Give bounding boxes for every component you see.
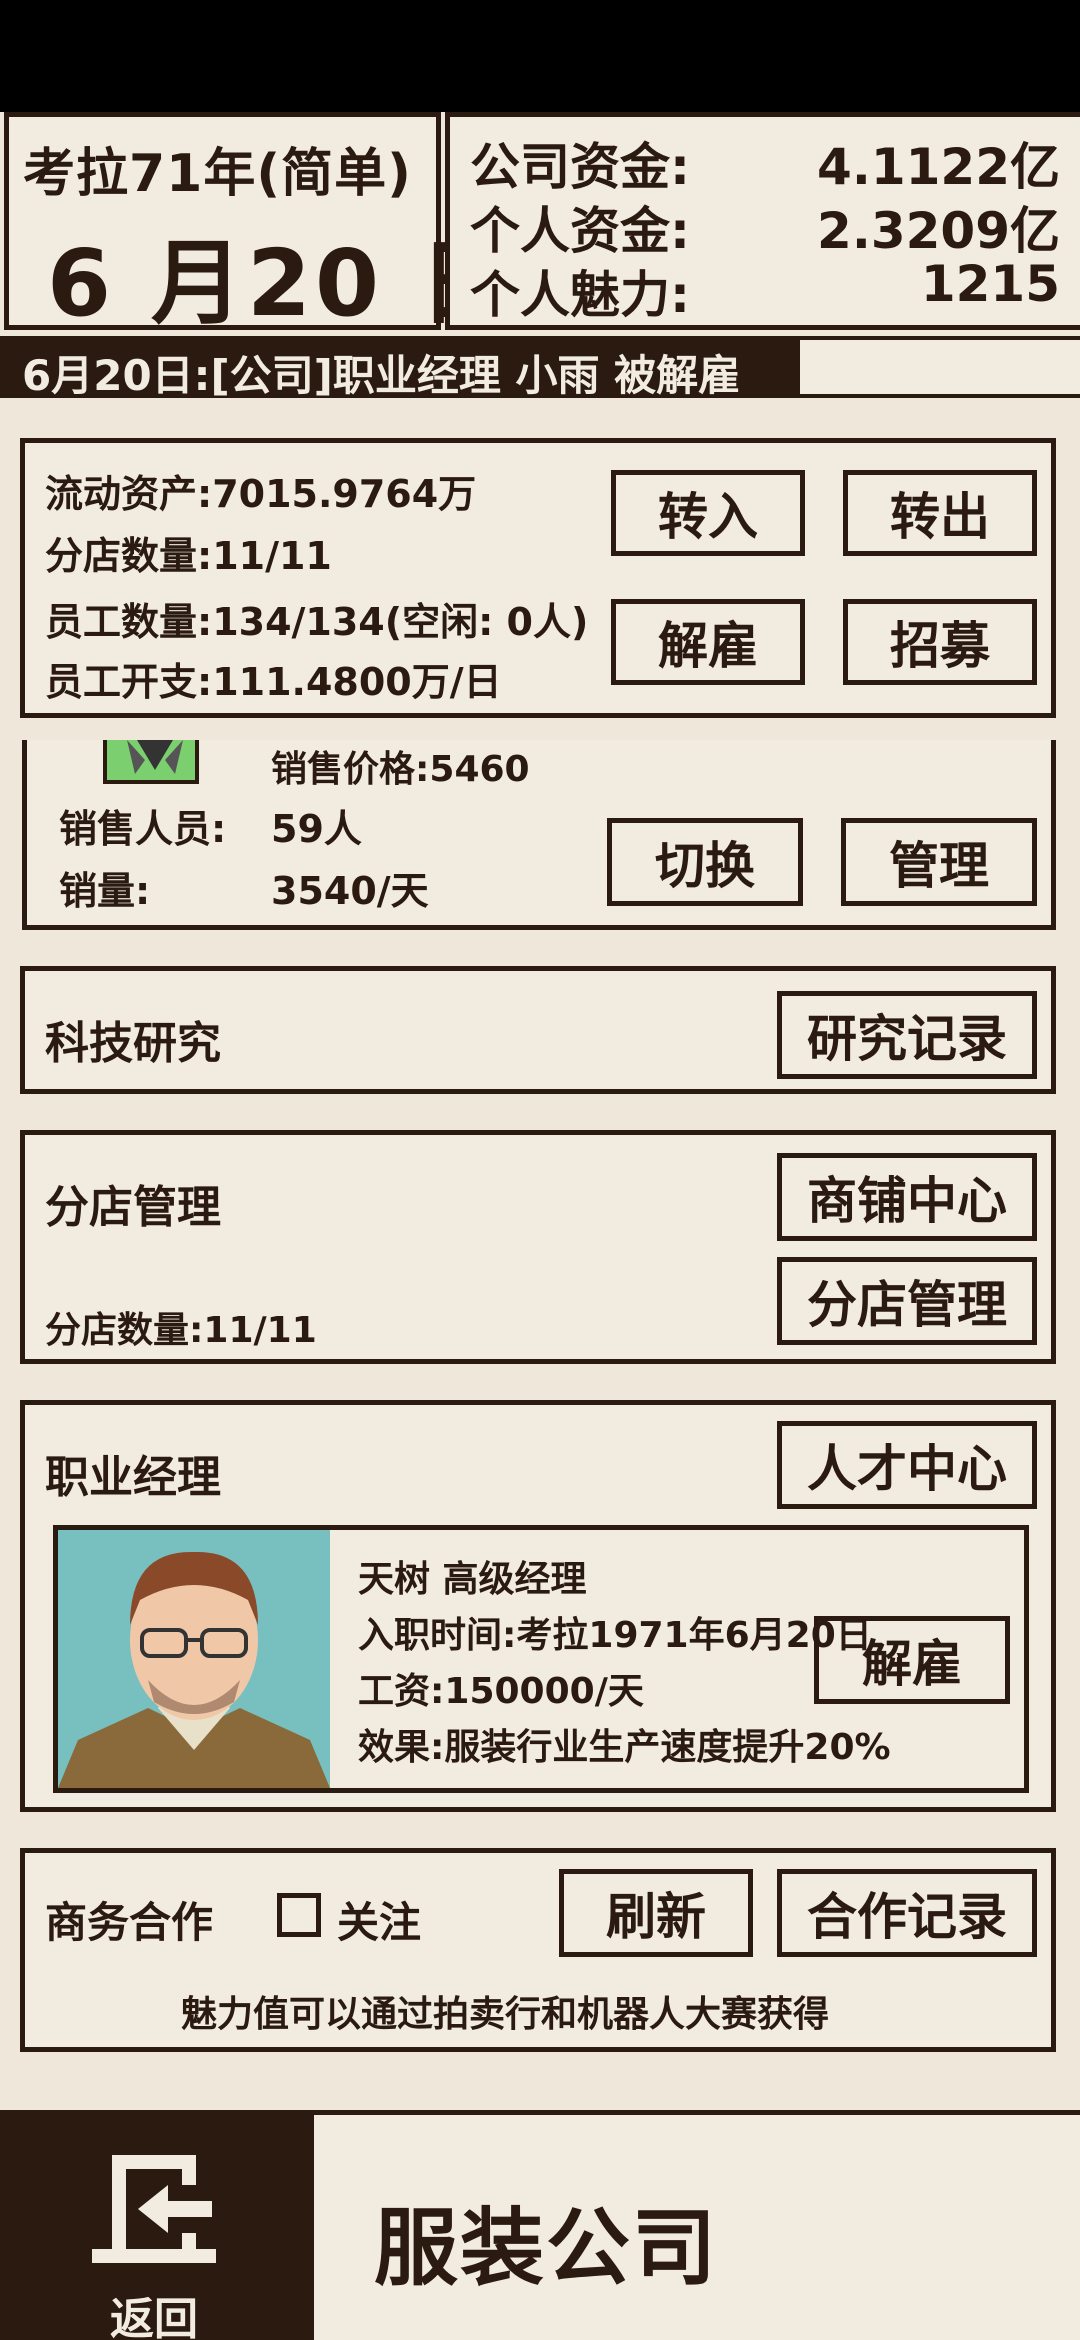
company-funds-value: 4.1122亿: [817, 138, 1060, 196]
shop-center-button[interactable]: 商铺中心: [777, 1153, 1037, 1241]
follow-checkbox[interactable]: [277, 1893, 321, 1937]
talent-center-button[interactable]: 人才中心: [777, 1421, 1037, 1509]
news-ticker-rest: [800, 336, 1080, 398]
manager-salary: 工资:150000/天: [358, 1671, 644, 1712]
branch-title: 分店管理: [45, 1182, 221, 1233]
charm-value: 1215: [920, 255, 1060, 313]
follow-label: 关注: [337, 1898, 422, 1947]
transfer-out-button[interactable]: 转出: [843, 470, 1037, 556]
manager-effect: 效果:服装行业生产速度提升20%: [358, 1727, 891, 1768]
manager-portrait: [58, 1530, 330, 1788]
branch-count-text: 分店数量:11/11: [45, 1310, 317, 1351]
sales-volume-label: 销量:: [59, 869, 151, 913]
staff-cost: 员工开支:111.4800万/日: [45, 660, 502, 704]
refresh-button[interactable]: 刷新: [559, 1869, 753, 1957]
branch-manage-button[interactable]: 分店管理: [777, 1257, 1037, 1345]
fire-staff-button[interactable]: 解雇: [611, 599, 805, 685]
research-title: 科技研究: [45, 1018, 221, 1069]
product-panel: 销售价格:5460 销售人员: 59人 销量: 3540/天 切换 管理: [22, 740, 1056, 930]
exit-door-icon: [92, 2155, 216, 2263]
sales-volume-value: 3540/天: [271, 869, 429, 913]
manager-title: 职业经理: [45, 1452, 221, 1503]
charm-hint: 魅力值可以通过拍卖行和机器人大赛获得: [181, 1994, 830, 2035]
manager-avatar-icon: [58, 1551, 330, 1788]
charm-row: 个人魅力: 1215: [470, 255, 1060, 324]
cooperation-title: 商务合作: [45, 1898, 214, 1947]
manager-name: 天树 高级经理: [358, 1559, 587, 1600]
manager-hire-date: 入职时间:考拉1971年6月20日: [358, 1615, 872, 1656]
manager-panel: 职业经理 人才中心 天树 高级经理 入职时间:考拉1971年6月20日 工资:1…: [20, 1400, 1056, 1812]
research-panel: 科技研究 研究记录: [20, 966, 1056, 1094]
current-assets: 流动资产:7015.9764万: [45, 472, 477, 516]
transfer-in-button[interactable]: 转入: [611, 470, 805, 556]
branch-count: 分店数量:11/11: [45, 534, 332, 578]
charm-label: 个人魅力:: [470, 266, 690, 324]
back-button[interactable]: 返回: [0, 2115, 314, 2340]
status-bar: [0, 0, 1080, 112]
cooperation-records-button[interactable]: 合作记录: [777, 1869, 1037, 1957]
staff-count: 员工数量:134/134(空闲: 0人): [45, 600, 589, 644]
sales-staff-value: 59人: [271, 807, 362, 851]
product-icon: [103, 740, 199, 784]
research-records-button[interactable]: 研究记录: [777, 991, 1037, 1079]
personal-funds-row: 个人资金: 2.3209亿: [470, 191, 1060, 260]
branch-panel: 分店管理 分店数量:11/11 商铺中心 分店管理: [20, 1130, 1056, 1364]
personal-funds-label: 个人资金:: [470, 202, 690, 260]
back-label: 返回: [110, 2294, 198, 2340]
news-ticker: 6月20日:[公司]职业经理 小雨 被解雇: [0, 336, 800, 398]
cooperation-panel: 商务合作 关注 刷新 合作记录 魅力值可以通过拍卖行和机器人大赛获得: [20, 1848, 1056, 2052]
manager-card: 天树 高级经理 入职时间:考拉1971年6月20日 工资:150000/天 效果…: [53, 1525, 1029, 1793]
personal-funds-value: 2.3209亿: [817, 202, 1060, 260]
recruit-button[interactable]: 招募: [843, 599, 1037, 685]
switch-button[interactable]: 切换: [607, 818, 803, 906]
bottom-bar: 返回 服装公司: [0, 2110, 1080, 2340]
company-funds-label: 公司资金:: [470, 138, 690, 196]
year-label: 考拉71年(简单): [23, 144, 412, 204]
funds-panel: 公司资金: 4.1122亿 个人资金: 2.3209亿 个人魅力: 1215: [445, 112, 1080, 330]
assets-panel: 流动资产:7015.9764万 分店数量:11/11 员工数量:134/134(…: [20, 438, 1056, 718]
fire-manager-button[interactable]: 解雇: [814, 1616, 1010, 1704]
manage-button[interactable]: 管理: [841, 818, 1037, 906]
date-panel: 考拉71年(简单) 6 月20 日: [4, 112, 511, 337]
necktie-icon: [127, 740, 183, 774]
company-name: 服装公司: [374, 2199, 719, 2297]
sale-price: 销售价格:5460: [271, 749, 530, 790]
company-funds-row: 公司资金: 4.1122亿: [470, 127, 1060, 196]
sales-staff-label: 销售人员:: [59, 807, 227, 851]
